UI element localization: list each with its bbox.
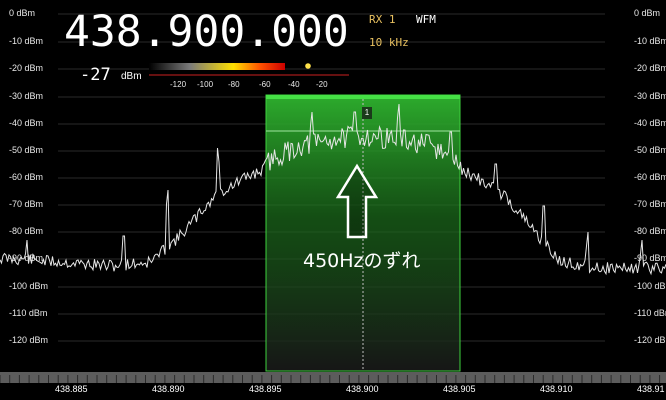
db-scale-right-label: -110 dBm — [634, 308, 666, 318]
db-scale-left-label: -40 dBm — [9, 118, 44, 128]
db-scale-right-label: -40 dBm — [634, 118, 666, 128]
db-scale-right-label: -100 dBm — [634, 281, 666, 291]
db-scale-left-label: -100 dBm — [9, 281, 49, 291]
frequency-scale-label: 438.905 — [443, 384, 476, 394]
db-scale-right-label: -70 dBm — [634, 199, 666, 209]
signal-meter-bar — [149, 63, 285, 70]
db-scale-left-label: -10 dBm — [9, 36, 44, 46]
db-scale-right-label: -10 dBm — [634, 36, 666, 46]
db-scale-right-label: -50 dBm — [634, 145, 666, 155]
frequency-scale-label: 438.895 — [249, 384, 282, 394]
db-scale-right-label: -20 dBm — [634, 63, 666, 73]
db-scale-left-label: -70 dBm — [9, 199, 44, 209]
frequency-readout[interactable]: 438.900.000 — [64, 7, 349, 57]
meter-scale-tick: -20 — [316, 80, 328, 89]
db-scale-right-label: -60 dBm — [634, 172, 666, 182]
filter-bandwidth[interactable]: 10 kHz — [369, 36, 409, 49]
frequency-scale-label: 438.890 — [152, 384, 185, 394]
sdr-receiver-display: 0 dBm -10 dBm -20 dBm -30 dBm -40 dBm -5… — [0, 0, 666, 400]
db-scale-right-label: -120 dBm — [634, 335, 666, 345]
db-scale-right-label: -30 dBm — [634, 91, 666, 101]
db-scale-left-label: -60 dBm — [9, 172, 44, 182]
frequency-scale-label: 438.910 — [540, 384, 573, 394]
spectrum-plot[interactable] — [0, 0, 666, 400]
db-scale-left-label: -90 dBm — [9, 253, 44, 263]
signal-level-unit: dBm — [121, 71, 142, 82]
receiver-id-label: RX 1 — [369, 13, 396, 26]
meter-scale-tick: -120 — [170, 80, 187, 89]
db-scale-left-label: -80 dBm — [9, 226, 44, 236]
meter-scale-tick: -60 — [259, 80, 271, 89]
frequency-axis-bar[interactable] — [0, 372, 666, 383]
meter-scale-tick: -80 — [228, 80, 240, 89]
annotation-text: 450Hzのずれ — [303, 250, 421, 272]
signal-level-value: -27 — [80, 65, 111, 85]
demodulation-mode[interactable]: WFM — [416, 13, 436, 26]
frequency-scale-label: 438.885 — [55, 384, 88, 394]
db-scale-right-label: -80 dBm — [634, 226, 666, 236]
db-scale-right-label: 0 dBm — [634, 8, 661, 18]
db-scale-left-label: -20 dBm — [9, 63, 44, 73]
db-scale-right-label: -90 dBm — [634, 253, 666, 263]
db-scale-left-label: -120 dBm — [9, 335, 49, 345]
db-scale-left-label: -110 dBm — [9, 308, 48, 318]
meter-scale-tick: -40 — [288, 80, 300, 89]
passband-receiver-label: 1 — [362, 107, 372, 119]
frequency-scale-label: 438.91 — [637, 384, 665, 394]
db-scale-left-label: -30 dBm — [9, 91, 44, 101]
db-scale-left-label: 0 dBm — [9, 8, 36, 18]
passband-top-bar[interactable] — [266, 95, 460, 99]
db-scale-left-label: -50 dBm — [9, 145, 44, 155]
frequency-scale-label: 438.900 — [346, 384, 379, 394]
meter-scale-tick: -100 — [197, 80, 214, 89]
squelch-indicator-dot[interactable] — [305, 63, 311, 69]
